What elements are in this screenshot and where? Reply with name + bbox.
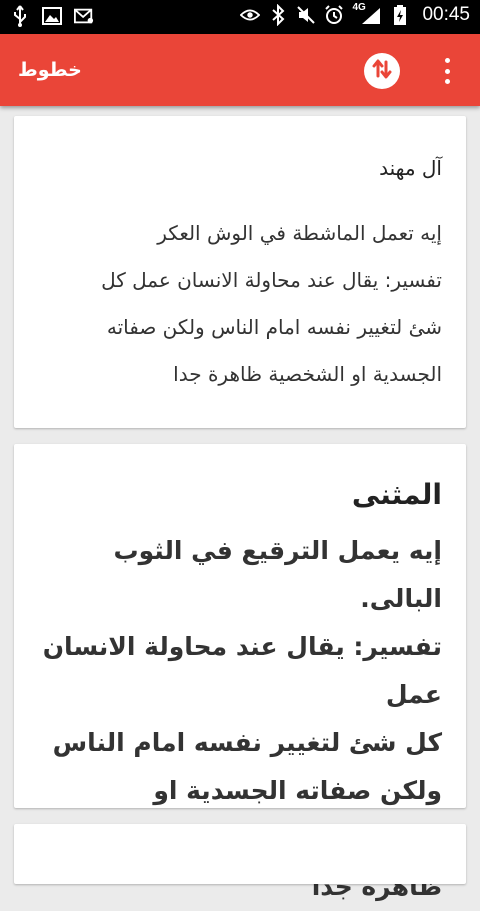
sample-line: شئ لتغيير نفسه امام الناس ولكن صفاته [106,315,442,339]
signal-icon: 4G [352,2,382,26]
alarm-icon [324,4,344,26]
usb-icon [10,5,30,27]
font-name: المثنى [351,478,442,511]
more-vert-icon[interactable] [432,54,462,88]
sample-line: تفسير: يقال عند محاولة الانسان عمل [42,632,442,709]
sample-line: إيه تعمل الماشطة في الوش العكر [157,221,442,245]
font-card[interactable]: آل مهند إيه تعمل الماشطة في الوش العكر ت… [14,116,466,428]
sample-line: إيه يعمل الترقيع في الثوب البالى. [113,536,443,613]
sample-line: تفسير: يقال عند محاولة الانسان عمل كل [101,268,442,292]
status-bar-system: 4G 00:45 [240,2,470,26]
image-icon [42,5,62,27]
font-card[interactable] [14,824,466,884]
status-time: 00:45 [422,4,470,25]
eye-icon [240,4,261,26]
battery-charging-icon [390,4,410,26]
sample-text: إيه تعمل الماشطة في الوش العكر تفسير: يق… [38,210,442,398]
font-card[interactable]: المثنى إيه يعمل الترقيع في الثوب البالى.… [14,444,466,901]
app-title: خطوط عربية [18,59,82,153]
sample-line: كل شئ لتغيير نفسه امام الناس [52,728,442,757]
app-bar: خطوط عربية [0,34,480,153]
swap-icon [371,58,393,84]
mail-icon [74,5,94,27]
sample-line: الجسدية او الشخصية ظاهرة جدا [173,362,442,386]
swap-button[interactable] [364,53,400,89]
mute-icon [296,4,316,26]
status-bar: 4G 00:45 [0,0,480,34]
status-bar-notifications [10,5,94,27]
font-name: آل مهند [379,156,442,180]
bluetooth-icon [268,4,288,26]
